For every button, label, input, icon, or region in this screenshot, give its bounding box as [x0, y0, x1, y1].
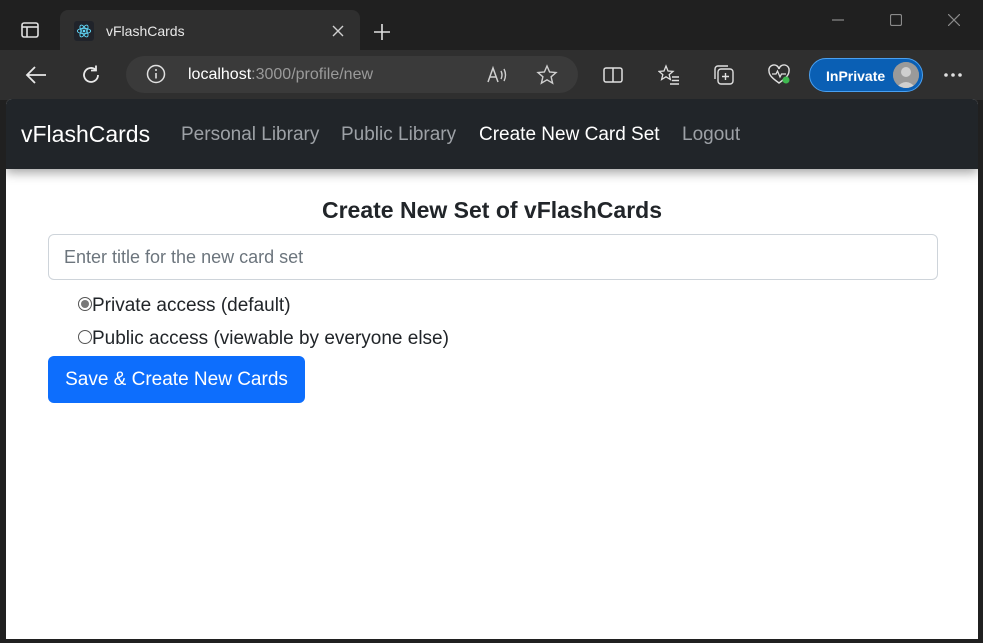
- private-access-option[interactable]: Private access (default): [78, 295, 291, 317]
- nav-personal-library[interactable]: Personal Library: [181, 124, 319, 146]
- address-bar[interactable]: localhost:3000/profile/new: [126, 56, 578, 93]
- profile-avatar-icon: [893, 62, 919, 88]
- nav-create-new-card-set[interactable]: Create New Card Set: [479, 124, 660, 146]
- close-tab-icon[interactable]: [328, 21, 348, 41]
- favorite-star-icon[interactable]: [536, 64, 558, 86]
- public-access-radio[interactable]: [78, 330, 92, 344]
- read-aloud-icon[interactable]: [486, 64, 508, 86]
- browser-tab[interactable]: vFlashCards: [60, 10, 360, 52]
- more-options-icon[interactable]: [936, 59, 970, 91]
- close-window-icon[interactable]: [925, 0, 983, 40]
- public-access-option[interactable]: Public access (viewable by everyone else…: [78, 328, 449, 350]
- site-info-icon[interactable]: [146, 64, 166, 84]
- favorites-list-icon[interactable]: [652, 59, 686, 91]
- page-viewport: vFlashCards Personal Library Public Libr…: [6, 99, 978, 639]
- split-screen-icon[interactable]: [596, 59, 630, 91]
- page-title: Create New Set of vFlashCards: [321, 197, 662, 223]
- minimize-icon[interactable]: [809, 0, 867, 40]
- tab-actions-icon[interactable]: [12, 12, 48, 48]
- url-path: :3000/profile/new: [251, 66, 374, 83]
- nav-logout[interactable]: Logout: [682, 124, 740, 146]
- browser-toolbar: localhost:3000/profile/new InPrivate: [0, 50, 983, 100]
- collections-icon[interactable]: [707, 59, 741, 91]
- nav-public-library[interactable]: Public Library: [341, 124, 456, 146]
- navbar-brand[interactable]: vFlashCards: [21, 121, 150, 148]
- browser-essentials-icon[interactable]: [762, 59, 796, 91]
- new-tab-icon[interactable]: [368, 18, 396, 46]
- inprivate-profile-button[interactable]: InPrivate: [809, 58, 923, 92]
- back-arrow-icon[interactable]: [19, 59, 53, 91]
- app-navbar: vFlashCards Personal Library Public Libr…: [6, 99, 978, 169]
- inprivate-label: InPrivate: [826, 68, 886, 84]
- react-logo-icon: [74, 21, 94, 41]
- browser-window: vFlashCards localhost:3000/profile/new I…: [0, 0, 983, 643]
- tab-title: vFlashCards: [106, 23, 185, 39]
- url-text[interactable]: localhost:3000/profile/new: [188, 66, 373, 84]
- maximize-icon[interactable]: [867, 0, 925, 40]
- refresh-icon[interactable]: [74, 59, 108, 91]
- window-controls: [809, 0, 983, 40]
- tab-strip: vFlashCards: [0, 0, 983, 52]
- private-access-radio[interactable]: [78, 297, 92, 311]
- save-create-cards-button[interactable]: Save & Create New Cards: [48, 356, 305, 403]
- private-access-label: Private access (default): [92, 295, 291, 316]
- url-host: localhost: [188, 66, 252, 83]
- public-access-label: Public access (viewable by everyone else…: [92, 328, 449, 349]
- card-set-title-input[interactable]: [48, 234, 938, 280]
